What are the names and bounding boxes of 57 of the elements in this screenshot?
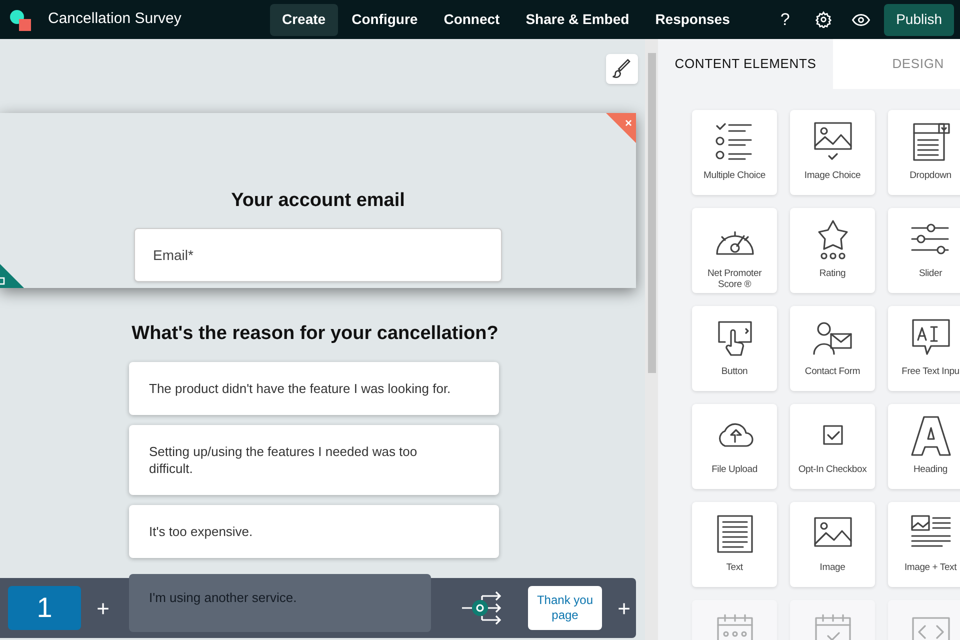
element-label: Image Choice [803,170,862,181]
add-page-button[interactable]: + [93,592,113,624]
card-heading: Your account email [231,189,405,213]
element-card[interactable]: Slider [888,208,960,293]
element-card[interactable]: Image + Text [888,502,960,587]
element-card[interactable]: Image Choice [790,110,875,195]
thank-you-page-button[interactable]: Thank you page [528,586,602,630]
nav-tab[interactable]: Share & Embed [514,4,642,36]
element-label: Opt-In Checkbox [797,464,868,475]
element-label: Button [720,366,749,377]
letter-icon [908,414,952,458]
nav-tab[interactable]: Create [270,4,338,36]
email-field[interactable]: Email* [134,228,502,282]
settings-icon [814,11,832,28]
nav-tab[interactable]: Connect [432,4,512,36]
element-card[interactable]: Multiple Choice [692,110,777,195]
answer-option[interactable]: Setting up/using the features I needed was too difficult. [129,425,499,495]
logo-icon [8,8,32,32]
brush-button[interactable] [606,54,638,84]
element-label: File Upload [710,464,758,475]
nav-tab[interactable]: Configure [340,4,430,36]
element-label: Slider [918,268,944,279]
element-label: Multiple Choice [702,170,766,181]
page-tab[interactable]: 1 [8,586,81,630]
publish-button[interactable]: Publish [884,4,954,36]
element-card[interactable]: Image [790,502,875,587]
element-label: Image + Text [903,562,958,573]
element-card[interactable]: Contact Form [790,306,875,391]
eye-icon [852,12,870,26]
element-label: Heading [912,464,948,475]
element-label: Dropdown [908,170,952,181]
question-heading: What's the reason for your cancellation? [130,322,500,346]
nav-tab[interactable]: Responses [643,4,742,36]
element-card[interactable]: Button [692,306,777,391]
element-label: Contact Form [804,366,862,377]
answer-option[interactable]: It's too expensive. [129,505,499,558]
element-card[interactable]: Free Text Inpu [888,306,960,391]
scrollbar[interactable] [645,39,658,640]
element-label: Rating [818,268,847,279]
element-card[interactable]: Net Promoter Score ® [692,208,777,293]
element-label: Net Promoter Score ® [706,268,763,290]
brush-icon [612,59,632,79]
answer-option[interactable]: The product didn't have the feature I was looking for. [129,362,499,415]
element-label: Free Text Inpu [900,366,960,377]
element-card[interactable]: Opt-In Checkbox [790,404,875,489]
element-label: Image [818,562,846,573]
element-card[interactable]: Heading [888,404,960,489]
element-card[interactable]: File Upload [692,404,777,489]
survey-title: Cancellation Survey [48,9,182,30]
add-page-button[interactable]: + [614,592,634,624]
corner-tab-icon [0,264,24,288]
panel-tab[interactable]: DESIGN [833,39,960,89]
element-card[interactable]: Rating [790,208,875,293]
element-card[interactable]: Text [692,502,777,587]
element-card[interactable]: Dropdown [888,110,960,195]
element-label: Text [725,562,744,573]
help-button[interactable]: ? [770,4,800,34]
